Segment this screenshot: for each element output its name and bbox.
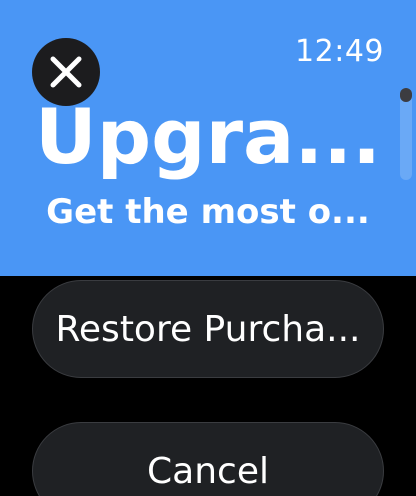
close-icon: [50, 56, 82, 88]
restore-purchases-button[interactable]: Restore Purcha...: [32, 280, 384, 378]
page-title: Upgra...: [35, 92, 381, 181]
upgrade-header: 12:49 Upgra... Get the most o...: [0, 0, 416, 276]
status-time: 12:49: [295, 34, 384, 69]
upgrade-screen: 12:49 Upgra... Get the most o... Restore…: [0, 0, 416, 496]
page-subtitle: Get the most o...: [46, 192, 370, 232]
cancel-button[interactable]: Cancel: [32, 422, 384, 496]
